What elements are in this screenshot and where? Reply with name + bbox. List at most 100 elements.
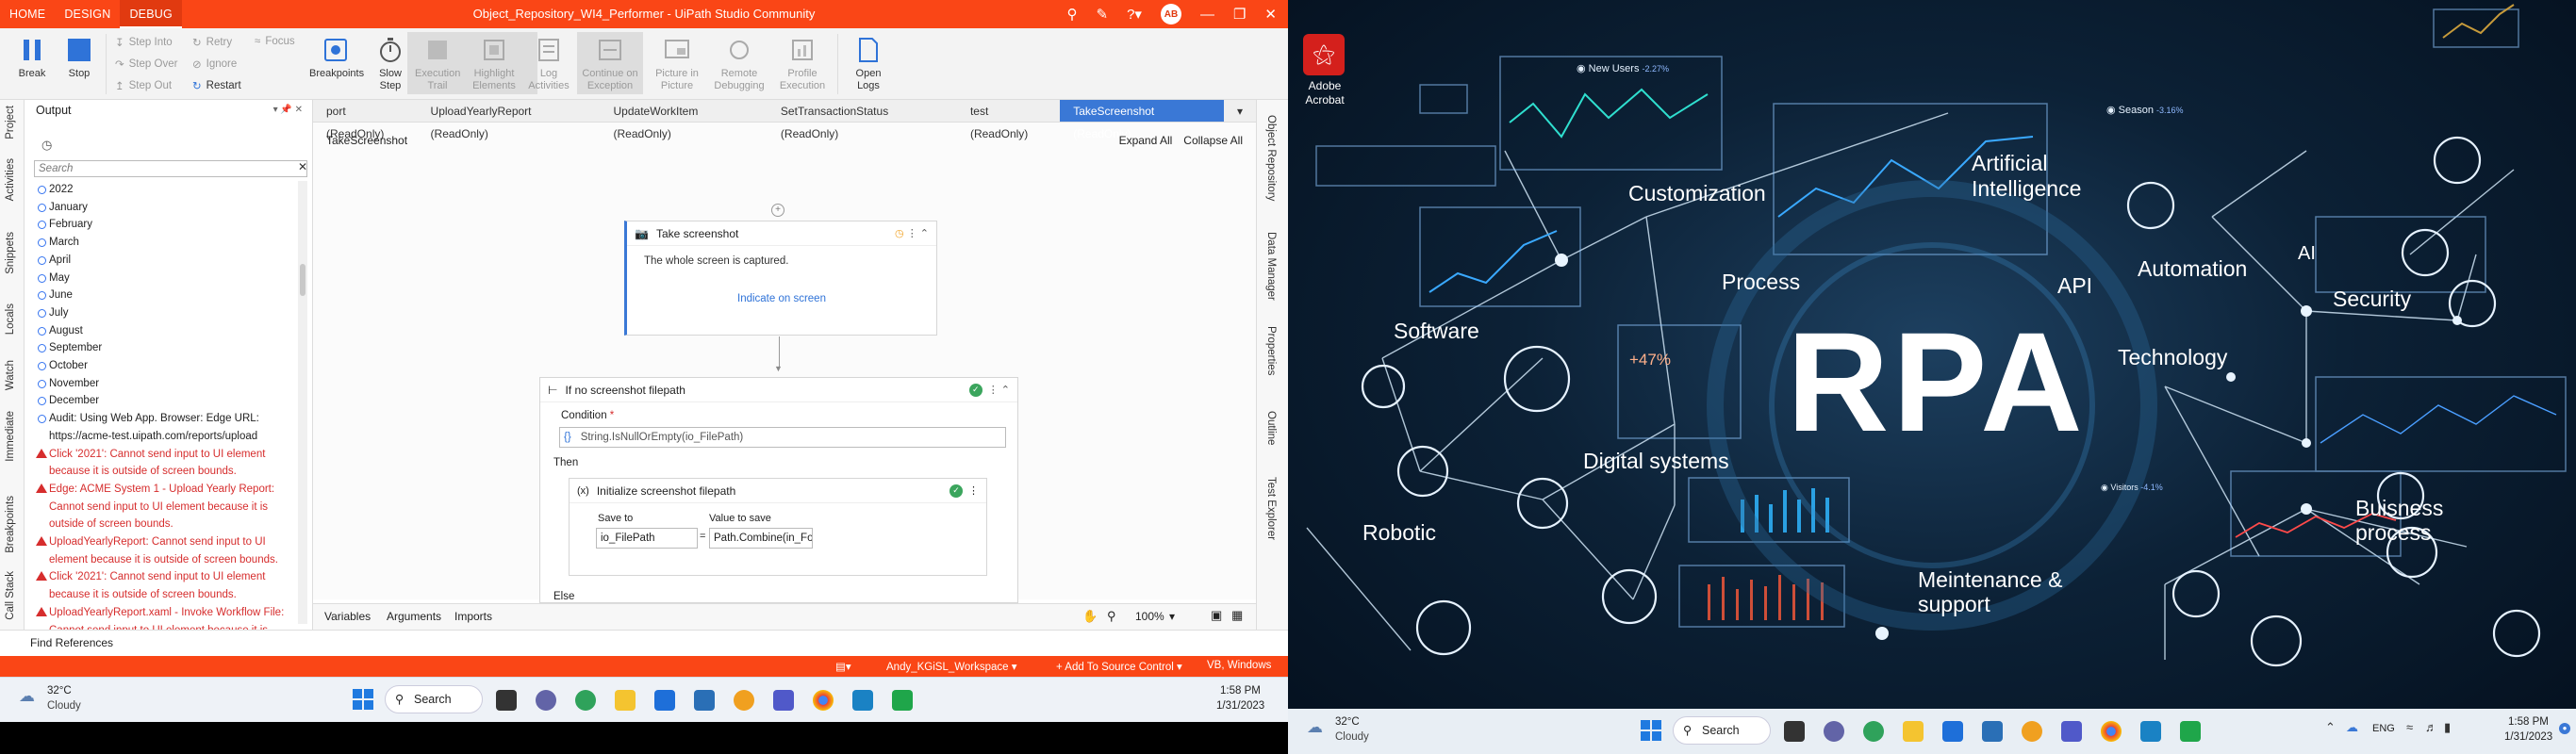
clear-search-icon[interactable]: ✕ bbox=[298, 160, 307, 173]
task-view-icon[interactable] bbox=[1784, 721, 1805, 742]
file-explorer-icon[interactable] bbox=[1903, 721, 1924, 742]
output-search-input[interactable]: Search bbox=[34, 160, 307, 177]
sidebar-item-snippets[interactable]: Snippets bbox=[5, 232, 16, 274]
highlight-elements-button[interactable]: Highlight Elements bbox=[466, 32, 522, 92]
restart-button[interactable]: ↻ Restart bbox=[192, 79, 241, 92]
doc-tab[interactable]: UploadYearlyReport (ReadOnly) bbox=[418, 100, 601, 140]
sidebar-item-data-manager[interactable]: Data Manager bbox=[1265, 232, 1277, 301]
tab-design[interactable]: DESIGN bbox=[55, 0, 120, 28]
output-info-line[interactable]: March bbox=[36, 234, 305, 252]
output-error-line[interactable]: Click '2021': Cannot send input to UI el… bbox=[36, 568, 305, 603]
zoom-level[interactable]: 100% bbox=[1135, 610, 1164, 623]
edge-icon[interactable] bbox=[575, 690, 596, 711]
sidebar-item-object-repository[interactable]: Object Repository bbox=[1265, 115, 1277, 201]
imports-tab[interactable]: Imports bbox=[454, 610, 492, 623]
output-info-line[interactable]: August bbox=[36, 322, 305, 340]
step-over-button[interactable]: ↷ Step Over bbox=[115, 57, 177, 71]
app-icon[interactable] bbox=[734, 690, 754, 711]
zoom-icon[interactable]: ⚲ bbox=[1107, 609, 1116, 624]
sidebar-item-properties[interactable]: Properties bbox=[1265, 326, 1277, 375]
output-info-line[interactable]: January bbox=[36, 199, 305, 217]
focus-button[interactable]: ≈ Focus bbox=[255, 36, 295, 47]
continue-on-exception-button[interactable]: Continue on Exception bbox=[579, 32, 641, 92]
arguments-tab[interactable]: Arguments bbox=[387, 610, 441, 623]
clock-icon[interactable]: ◷ bbox=[41, 138, 52, 153]
remote-debugging-button[interactable]: Remote Debugging bbox=[709, 32, 769, 92]
app-icon[interactable] bbox=[2022, 721, 2042, 742]
task-view-icon[interactable] bbox=[496, 690, 517, 711]
teams-icon[interactable] bbox=[773, 690, 794, 711]
fit-screen-icon[interactable]: ▣ bbox=[1211, 608, 1222, 623]
source-control-button[interactable]: + Add To Source Control ▾ bbox=[1056, 660, 1182, 673]
clock-time[interactable]: 1:58 PM bbox=[2508, 716, 2549, 728]
store-icon[interactable] bbox=[694, 690, 715, 711]
save-to-field[interactable]: io_FilePath bbox=[596, 528, 698, 549]
file-explorer-icon[interactable] bbox=[615, 690, 636, 711]
execution-trail-button[interactable]: Execution Trail bbox=[409, 32, 466, 92]
taskbar-search[interactable]: ⚲ Search bbox=[1673, 716, 1771, 745]
sidebar-item-project[interactable]: Project bbox=[5, 106, 16, 139]
help-icon[interactable]: ?▾ bbox=[1127, 6, 1142, 23]
output-info-line[interactable]: April bbox=[36, 252, 305, 270]
status-icon[interactable]: ▤▾ bbox=[835, 660, 851, 673]
sidebar-item-locals[interactable]: Locals bbox=[5, 303, 16, 335]
break-button[interactable]: Break bbox=[6, 32, 58, 80]
assign-activity[interactable]: (x) Initialize screenshot filepath ✓ ⋮ Sa… bbox=[569, 478, 987, 576]
condition-field[interactable]: {} String.IsNullOrEmpty(io_FilePath) bbox=[559, 427, 1006, 448]
close-icon[interactable]: ✕ bbox=[1264, 6, 1277, 23]
adobe-acrobat-label[interactable]: Adobe Acrobat bbox=[1292, 79, 1358, 107]
language-indicator[interactable]: VB, Windows bbox=[1207, 660, 1271, 671]
teams-chat-icon[interactable] bbox=[1824, 721, 1844, 742]
teams-chat-icon[interactable] bbox=[536, 690, 556, 711]
chrome-icon[interactable] bbox=[813, 690, 834, 711]
output-info-line[interactable]: May bbox=[36, 270, 305, 287]
log-activities-button[interactable]: Log Activities bbox=[522, 32, 575, 92]
value-to-save-field[interactable]: Path.Combine(in_Folder, "Excepti bbox=[709, 528, 813, 549]
clock-time[interactable]: 1:58 PM bbox=[1220, 685, 1261, 697]
mail-icon[interactable] bbox=[654, 690, 675, 711]
sidebar-item-outline[interactable]: Outline bbox=[1265, 411, 1277, 445]
weather-condition[interactable]: Cloudy bbox=[47, 700, 81, 712]
profile-execution-button[interactable]: Profile Execution bbox=[773, 32, 832, 92]
weather-temp[interactable]: 32°C bbox=[47, 685, 72, 697]
tabs-overflow-icon[interactable]: ▾ bbox=[1224, 100, 1256, 122]
retry-button[interactable]: ↻ Retry bbox=[192, 36, 232, 49]
wifi-icon[interactable]: ≈ bbox=[2406, 720, 2413, 734]
hand-tool-icon[interactable]: ✋ bbox=[1082, 609, 1098, 624]
sidebar-item-breakpoints[interactable]: Breakpoints bbox=[5, 496, 16, 553]
restore-icon[interactable]: ❐ bbox=[1233, 6, 1246, 23]
uipath-assistant-icon[interactable] bbox=[2180, 721, 2201, 742]
battery-icon[interactable]: ▮ bbox=[2444, 720, 2451, 735]
feedback-icon[interactable]: ✎ bbox=[1097, 6, 1109, 23]
doc-tab[interactable]: UpdateWorkItem (ReadOnly) bbox=[601, 100, 768, 140]
tab-debug[interactable]: DEBUG bbox=[120, 0, 182, 28]
language-indicator[interactable]: ENG bbox=[2372, 723, 2395, 734]
output-info-line[interactable]: February bbox=[36, 216, 305, 234]
collapse-all-link[interactable]: Collapse All bbox=[1183, 134, 1243, 147]
edge-icon[interactable] bbox=[1863, 721, 1884, 742]
zoom-dropdown-icon[interactable]: ▾ bbox=[1169, 610, 1175, 623]
output-info-line[interactable]: June bbox=[36, 287, 305, 304]
tray-overflow-icon[interactable]: ⌃ bbox=[2325, 720, 2336, 735]
workspace-selector[interactable]: Andy_KGiSL_Workspace ▾ bbox=[886, 660, 1017, 673]
overview-icon[interactable]: ▦ bbox=[1231, 608, 1243, 623]
taskbar-search[interactable]: ⚲ Search bbox=[385, 685, 483, 713]
output-info-line[interactable]: Audit: Using Web App. Browser: Edge URL:… bbox=[36, 410, 305, 445]
output-info-line[interactable]: November bbox=[36, 375, 305, 393]
find-references-tab[interactable]: Find References bbox=[0, 630, 1288, 656]
start-icon[interactable] bbox=[1641, 720, 1661, 741]
uipath-icon[interactable] bbox=[2140, 721, 2161, 742]
output-error-line[interactable]: Edge: ACME System 1 - Upload Yearly Repo… bbox=[36, 481, 305, 533]
minimize-icon[interactable]: — bbox=[1200, 7, 1214, 23]
output-info-line[interactable]: July bbox=[36, 304, 305, 322]
add-activity-icon[interactable]: + bbox=[771, 204, 784, 217]
breakpoints-button[interactable]: Breakpoints bbox=[309, 32, 364, 80]
sidebar-item-watch[interactable]: Watch bbox=[5, 360, 16, 390]
chrome-icon[interactable] bbox=[2101, 721, 2122, 742]
output-info-line[interactable]: December bbox=[36, 392, 305, 410]
clock-date[interactable]: 1/31/2023 bbox=[1216, 700, 1264, 712]
teams-icon[interactable] bbox=[2061, 721, 2082, 742]
output-info-line[interactable]: September bbox=[36, 339, 305, 357]
output-error-line[interactable]: UploadYearlyReport: Cannot send input to… bbox=[36, 533, 305, 568]
activity-menu-icon[interactable]: ◷ ⋮ ⌃ bbox=[895, 227, 929, 239]
